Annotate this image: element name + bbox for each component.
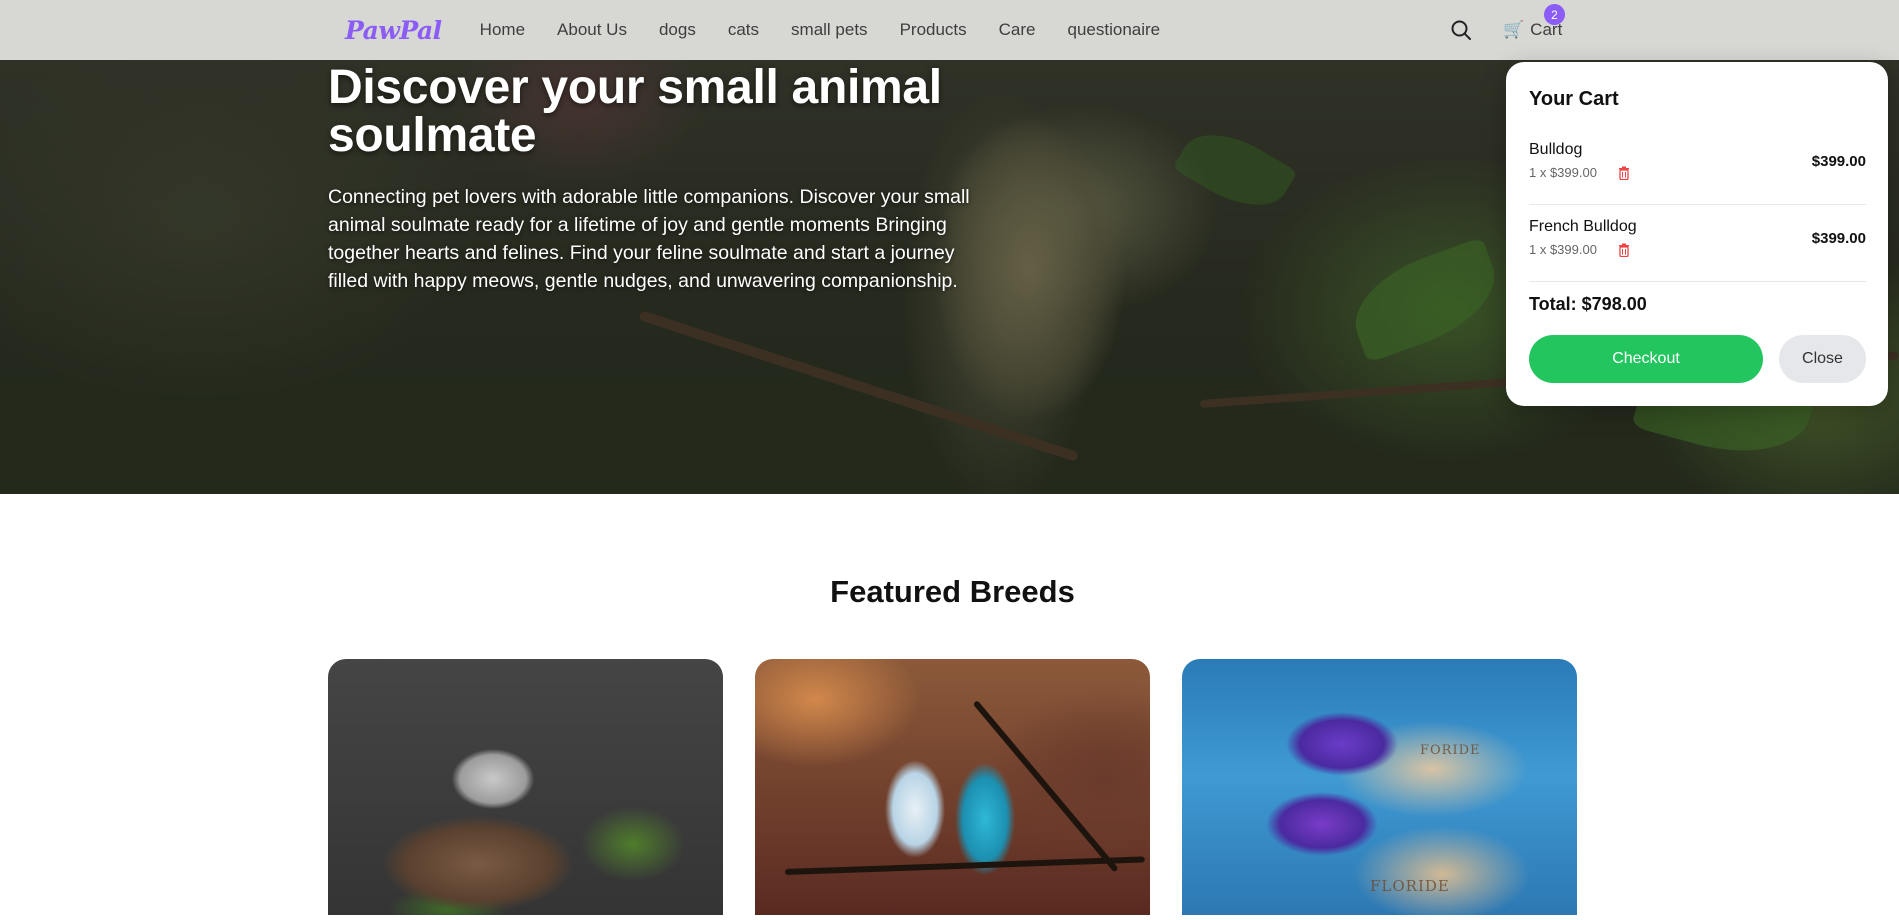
cart-item-quantity: 1 x $399.00 xyxy=(1529,165,1597,180)
hamster-photo xyxy=(328,659,723,915)
cart-count-badge: 2 xyxy=(1544,4,1565,25)
breed-card-betta-fish[interactable]: FORIDE FLORIDE xyxy=(1182,659,1577,915)
cart-item: French Bulldog 1 x $399.00 $399.00 xyxy=(1529,216,1866,282)
breed-card-hamster[interactable] xyxy=(328,659,723,915)
breed-card-budgies[interactable] xyxy=(755,659,1150,915)
pawpal-logo[interactable]: PawPal xyxy=(345,16,442,45)
cart-item-name: Bulldog xyxy=(1529,141,1583,158)
nav-link-cats[interactable]: cats xyxy=(728,20,759,40)
cart-title: Your Cart xyxy=(1529,88,1619,110)
nav-link-products[interactable]: Products xyxy=(900,20,967,40)
nav-link-small-pets[interactable]: small pets xyxy=(791,20,868,40)
cart-button[interactable]: 🛒 Cart 2 xyxy=(1503,4,1565,40)
top-navigation-bar: PawPal Home About Us dogs cats small pet… xyxy=(0,0,1899,60)
cart-item: Bulldog 1 x $399.00 $399.00 xyxy=(1529,139,1866,205)
map-label: FORIDE xyxy=(1420,743,1481,758)
cart-total: Total: $798.00 xyxy=(1529,294,1647,314)
nav-links: Home About Us dogs cats small pets Produ… xyxy=(480,20,1192,40)
cart-panel: Your Cart Bulldog 1 x $399.00 $399.00 Fr… xyxy=(1506,62,1888,406)
nav-link-about-us[interactable]: About Us xyxy=(557,20,627,40)
nav-inner: PawPal Home About Us dogs cats small pet… xyxy=(328,0,1899,60)
hero-description: Connecting pet lovers with adorable litt… xyxy=(328,186,970,292)
featured-breeds-heading: Featured Breeds xyxy=(830,574,1075,609)
hero-title: Discover your small animal soulmate xyxy=(328,61,942,162)
nav-actions: 🛒 Cart 2 xyxy=(1449,0,1565,60)
cart-item-price: $399.00 xyxy=(1811,230,1866,247)
nav-link-care[interactable]: Care xyxy=(999,20,1036,40)
cart-item-price: $399.00 xyxy=(1811,153,1866,170)
trash-icon[interactable] xyxy=(1617,243,1631,257)
map-label: FLORIDE xyxy=(1370,877,1450,895)
cart-item-name: French Bulldog xyxy=(1529,218,1637,235)
trash-icon[interactable] xyxy=(1617,166,1631,180)
cart-item-quantity: 1 x $399.00 xyxy=(1529,242,1597,257)
budgies-photo xyxy=(755,659,1150,915)
search-icon[interactable] xyxy=(1449,18,1473,42)
nav-link-questionaire[interactable]: questionaire xyxy=(1068,20,1161,40)
nav-link-dogs[interactable]: dogs xyxy=(659,20,696,40)
checkout-button[interactable]: Checkout xyxy=(1529,335,1763,383)
shopping-cart-icon: 🛒 xyxy=(1503,20,1525,39)
close-cart-button[interactable]: Close xyxy=(1779,335,1866,383)
nav-link-home[interactable]: Home xyxy=(480,20,525,40)
